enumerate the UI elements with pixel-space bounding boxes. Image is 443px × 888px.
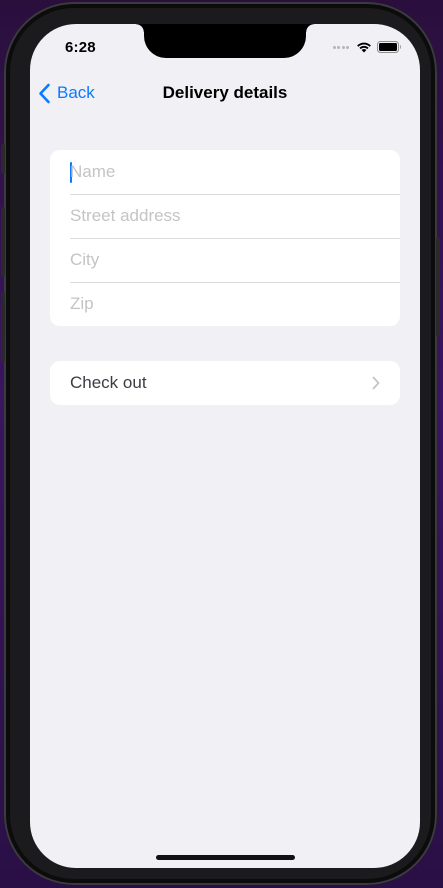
battery-icon (377, 41, 401, 53)
street-address-row (50, 194, 400, 238)
zip-row (50, 282, 400, 326)
home-indicator[interactable] (156, 855, 295, 860)
page-title: Delivery details (162, 83, 288, 102)
volume-down-button (1, 292, 5, 362)
checkout-group: Check out (50, 361, 400, 405)
screen: 6:28 Back Delivery details Name Street a… (30, 24, 420, 868)
volume-up-button (1, 207, 5, 277)
checkout-button[interactable]: Check out (50, 361, 400, 405)
power-button (436, 237, 440, 337)
cellular-icon (332, 45, 349, 49)
navigation-bar: Back Delivery details (30, 78, 420, 108)
name-row (50, 150, 400, 194)
checkout-label: Check out (70, 373, 147, 392)
phone-frame: 6:28 Back Delivery details Name Street a… (1, 2, 440, 885)
wifi-icon (357, 42, 371, 53)
status-icons (332, 41, 403, 53)
name-field[interactable] (70, 150, 390, 194)
delivery-form (50, 150, 400, 326)
notch (136, 24, 314, 58)
city-row (50, 238, 400, 282)
city-field[interactable] (70, 238, 390, 282)
mute-switch (1, 144, 5, 174)
chevron-right-icon (372, 376, 380, 390)
zip-field[interactable] (70, 282, 390, 326)
street-address-field[interactable] (70, 194, 390, 238)
status-time: 6:28 (65, 39, 96, 56)
